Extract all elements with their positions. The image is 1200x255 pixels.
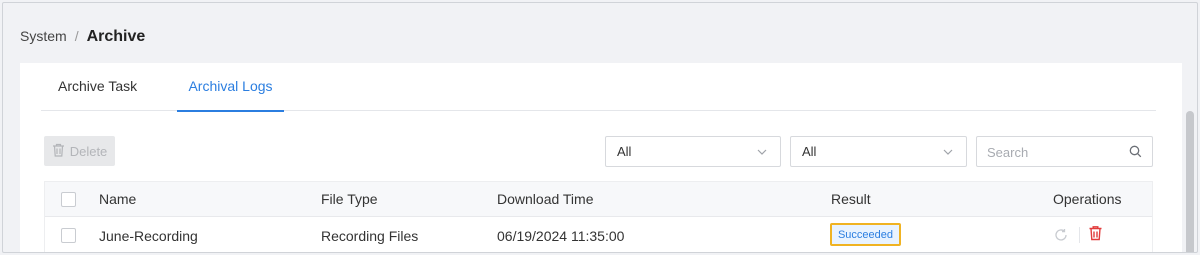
tab-archive-task[interactable]: Archive Task bbox=[58, 78, 137, 111]
chevron-down-icon bbox=[756, 146, 768, 161]
breadcrumb-system[interactable]: System bbox=[20, 28, 67, 44]
vertical-scrollbar[interactable] bbox=[1186, 111, 1194, 252]
cell-download-time: 06/19/2024 11:35:00 bbox=[497, 228, 625, 244]
column-name: Name bbox=[99, 191, 137, 207]
filter-select-1-value: All bbox=[617, 144, 632, 159]
breadcrumb-separator: / bbox=[74, 28, 79, 44]
column-result: Result bbox=[831, 191, 871, 207]
tab-archival-logs[interactable]: Archival Logs bbox=[177, 78, 284, 112]
filter-select-1[interactable]: All bbox=[605, 136, 781, 167]
search-input[interactable] bbox=[987, 143, 1127, 161]
breadcrumb: System / Archive bbox=[20, 28, 145, 48]
column-download-time: Download Time bbox=[497, 191, 594, 207]
filter-select-2[interactable]: All bbox=[790, 136, 967, 167]
app-window: System / Archive Archive Task Archival L… bbox=[2, 2, 1198, 253]
table-row: June-Recording Recording Files 06/19/202… bbox=[45, 217, 1152, 252]
trash-icon bbox=[52, 143, 65, 160]
row-checkbox[interactable] bbox=[61, 228, 76, 243]
tab-bar: Archive Task Archival Logs bbox=[41, 63, 1156, 112]
delete-button-label: Delete bbox=[69, 143, 108, 159]
content-card: Archive Task Archival Logs Delete All Al… bbox=[20, 63, 1182, 252]
cell-name: June-Recording bbox=[99, 228, 198, 244]
cell-file-type: Recording Files bbox=[321, 228, 419, 244]
delete-button[interactable]: Delete bbox=[44, 136, 115, 166]
filter-select-2-value: All bbox=[802, 144, 817, 159]
status-badge: Succeeded bbox=[830, 223, 901, 246]
page-title: Archive bbox=[86, 28, 146, 45]
archival-logs-table: Name File Type Download Time Result Oper… bbox=[44, 181, 1153, 252]
trash-icon[interactable] bbox=[1088, 225, 1103, 246]
chevron-down-icon bbox=[942, 146, 954, 161]
table-header: Name File Type Download Time Result Oper… bbox=[45, 181, 1152, 217]
search-box bbox=[976, 136, 1153, 167]
search-icon[interactable] bbox=[1129, 145, 1142, 163]
operations-divider bbox=[1079, 227, 1080, 243]
refresh-icon[interactable] bbox=[1054, 228, 1068, 247]
select-all-checkbox[interactable] bbox=[61, 192, 76, 207]
column-file-type: File Type bbox=[321, 191, 378, 207]
column-operations: Operations bbox=[1053, 191, 1122, 207]
